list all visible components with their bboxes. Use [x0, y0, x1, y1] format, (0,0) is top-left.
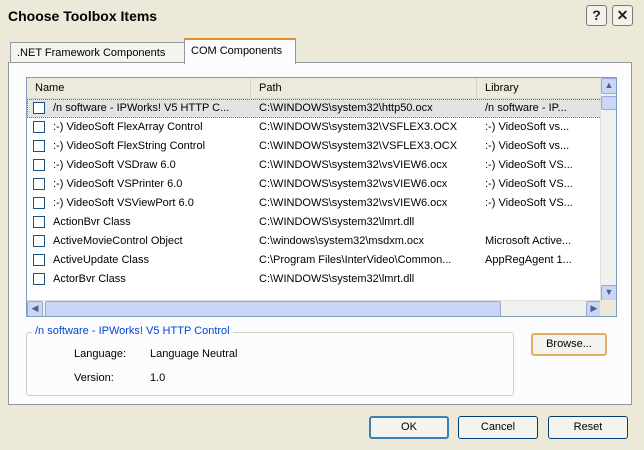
- language-value: Language Neutral: [150, 348, 238, 360]
- row-checkbox[interactable]: [33, 197, 45, 209]
- version-label: Version:: [74, 372, 114, 384]
- row-checkbox[interactable]: [33, 273, 45, 285]
- title-bar: Choose Toolbox Items ? ✕: [0, 0, 644, 32]
- table-row[interactable]: :-) VideoSoft VSDraw 6.0 C:\WINDOWS\syste…: [27, 156, 602, 175]
- row-library: :-) VideoSoft VS...: [485, 159, 573, 171]
- column-header-path[interactable]: Path: [251, 78, 477, 98]
- horizontal-scroll-thumb[interactable]: [45, 301, 501, 316]
- row-name: ActionBvr Class: [53, 216, 131, 228]
- row-library: :-) VideoSoft VS...: [485, 178, 573, 190]
- row-name: :-) VideoSoft VSViewPort 6.0: [53, 197, 194, 209]
- row-name: :-) VideoSoft FlexArray Control: [53, 121, 203, 133]
- row-path: C:\WINDOWS\system32\lmrt.dll: [259, 273, 415, 285]
- vertical-scrollbar[interactable]: ▲ ▼: [600, 78, 616, 301]
- list-header: Name Path Library: [27, 78, 602, 99]
- ok-button[interactable]: OK: [369, 416, 449, 439]
- row-checkbox[interactable]: [33, 121, 45, 133]
- row-name: :-) VideoSoft VSDraw 6.0: [53, 159, 176, 171]
- scroll-left-icon[interactable]: ◀: [27, 301, 43, 316]
- row-path: C:\WINDOWS\system32\VSFLEX3.OCX: [259, 140, 458, 152]
- row-name: ActorBvr Class: [53, 273, 126, 285]
- row-name: /n software - IPWorks! V5 HTTP C...: [53, 102, 230, 114]
- help-button[interactable]: ?: [586, 5, 607, 26]
- row-checkbox[interactable]: [33, 254, 45, 266]
- row-path: C:\WINDOWS\system32\http50.ocx: [259, 102, 433, 114]
- scroll-down-icon[interactable]: ▼: [601, 285, 616, 301]
- row-path: C:\windows\system32\msdxm.ocx: [259, 235, 425, 247]
- column-header-name[interactable]: Name: [27, 78, 251, 98]
- cancel-button[interactable]: Cancel: [458, 416, 538, 439]
- language-label: Language:: [74, 348, 126, 360]
- table-row[interactable]: :-) VideoSoft VSViewPort 6.0 C:\WINDOWS\s…: [27, 194, 602, 213]
- row-library: /n software - IP...: [485, 102, 567, 114]
- row-checkbox[interactable]: [33, 178, 45, 190]
- close-button[interactable]: ✕: [612, 5, 633, 26]
- column-header-library[interactable]: Library: [477, 78, 602, 98]
- row-path: C:\WINDOWS\system32\vsVIEW6.ocx: [259, 197, 448, 209]
- row-path: C:\WINDOWS\system32\vsVIEW6.ocx: [259, 159, 448, 171]
- table-row[interactable]: ActiveMovieControl Object C:\windows\syst…: [27, 232, 602, 251]
- version-value: 1.0: [150, 372, 166, 384]
- horizontal-scrollbar[interactable]: ◀ ▶: [27, 300, 602, 316]
- vertical-scroll-thumb[interactable]: [601, 96, 616, 110]
- details-legend: /n software - IPWorks! V5 HTTP Control: [32, 325, 233, 337]
- row-name: ActiveUpdate Class: [53, 254, 149, 266]
- table-row[interactable]: :-) VideoSoft FlexArray Control C:\WINDOW…: [27, 118, 602, 137]
- table-row[interactable]: ActorBvr Class C:\WINDOWS\system32\lmrt.d…: [27, 270, 602, 289]
- row-library: Microsoft Active...: [485, 235, 572, 247]
- row-checkbox[interactable]: [33, 216, 45, 228]
- row-library: [485, 213, 600, 232]
- row-path: C:\WINDOWS\system32\VSFLEX3.OCX: [259, 121, 458, 133]
- row-checkbox[interactable]: [33, 159, 45, 171]
- component-list[interactable]: Name Path Library /n software - IPWorks!…: [26, 77, 617, 317]
- row-name: :-) VideoSoft VSPrinter 6.0: [53, 178, 183, 190]
- row-library: :-) VideoSoft vs...: [485, 121, 570, 133]
- row-library: AppRegAgent 1...: [485, 254, 572, 266]
- table-row[interactable]: ActionBvr Class C:\WINDOWS\system32\lmrt.…: [27, 213, 602, 232]
- row-checkbox[interactable]: [33, 140, 45, 152]
- scroll-up-icon[interactable]: ▲: [601, 78, 616, 94]
- details-group: [26, 332, 514, 396]
- row-path: C:\WINDOWS\system32\vsVIEW6.ocx: [259, 178, 448, 190]
- table-row[interactable]: :-) VideoSoft VSPrinter 6.0 C:\WINDOWS\sy…: [27, 175, 602, 194]
- row-path: C:\Program Files\InterVideo\Common...: [259, 254, 452, 266]
- browse-button[interactable]: Browse...: [531, 333, 607, 356]
- row-library: :-) VideoSoft vs...: [485, 140, 570, 152]
- table-row[interactable]: ActiveUpdate Class C:\Program Files\Inter…: [27, 251, 602, 270]
- row-name: ActiveMovieControl Object: [53, 235, 183, 247]
- row-name: :-) VideoSoft FlexString Control: [53, 140, 206, 152]
- row-path: C:\WINDOWS\system32\lmrt.dll: [259, 216, 415, 228]
- window-title: Choose Toolbox Items: [8, 8, 158, 24]
- table-row[interactable]: /n software - IPWorks! V5 HTTP C... C:\WI…: [27, 99, 602, 118]
- tab-net-framework-components[interactable]: .NET Framework Components: [10, 42, 185, 64]
- row-library: [485, 270, 600, 289]
- scroll-corner: [600, 300, 616, 316]
- row-checkbox[interactable]: [33, 235, 45, 247]
- tab-com-components[interactable]: COM Components: [184, 38, 296, 64]
- table-row[interactable]: :-) VideoSoft FlexString Control C:\WINDO…: [27, 137, 602, 156]
- reset-button[interactable]: Reset: [548, 416, 628, 439]
- row-library: :-) VideoSoft VS...: [485, 197, 573, 209]
- row-checkbox[interactable]: [33, 102, 45, 114]
